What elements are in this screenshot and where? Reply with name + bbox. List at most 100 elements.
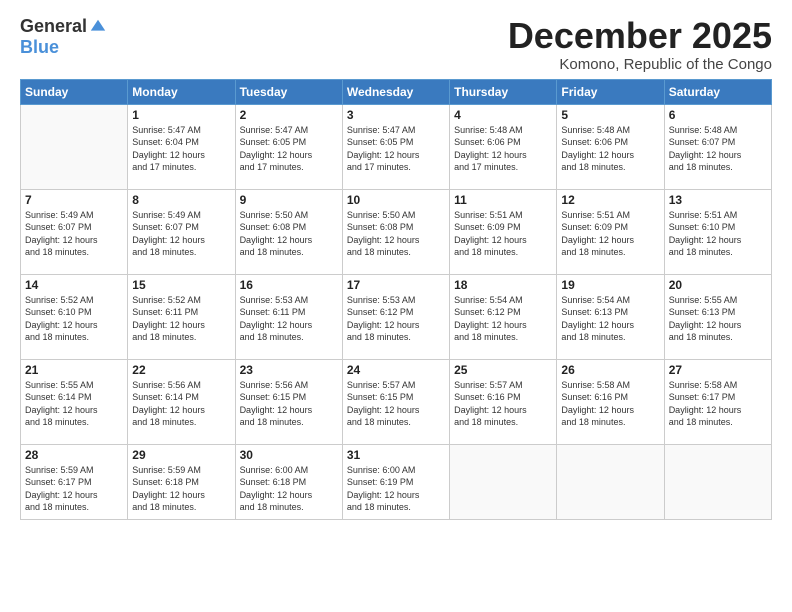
location-subtitle: Komono, Republic of the Congo (508, 56, 772, 73)
cell-info: Sunrise: 5:54 AM Sunset: 6:12 PM Dayligh… (454, 294, 552, 344)
calendar-cell: 5 Sunrise: 5:48 AM Sunset: 6:06 PM Daylig… (557, 104, 664, 189)
calendar-cell: 7 Sunrise: 5:49 AM Sunset: 6:07 PM Daylig… (21, 189, 128, 274)
weekday-header-row: SundayMondayTuesdayWednesdayThursdayFrid… (21, 79, 772, 104)
cell-info: Sunrise: 5:49 AM Sunset: 6:07 PM Dayligh… (132, 209, 230, 259)
weekday-header-saturday: Saturday (664, 79, 771, 104)
calendar-cell: 17Sunrise: 5:53 AM Sunset: 6:12 PM Dayli… (342, 274, 449, 359)
cell-info: Sunrise: 5:51 AM Sunset: 6:09 PM Dayligh… (561, 209, 659, 259)
day-number: 19 (561, 278, 659, 292)
day-number: 4 (454, 108, 552, 122)
week-row-3: 14Sunrise: 5:52 AM Sunset: 6:10 PM Dayli… (21, 274, 772, 359)
page: General Blue December 2025 Komono, Repub… (0, 0, 792, 612)
calendar-cell: 16 Sunrise: 5:53 AM Sunset: 6:11 PM Dayli… (235, 274, 342, 359)
cell-info: Sunrise: 5:47 AM Sunset: 6:04 PM Dayligh… (132, 124, 230, 174)
calendar-cell: 9 Sunrise: 5:50 AM Sunset: 6:08 PM Daylig… (235, 189, 342, 274)
day-number: 21 (25, 363, 123, 377)
calendar-cell: 30 Sunrise: 6:00 AM Sunset: 6:18 PM Dayli… (235, 444, 342, 519)
weekday-header-wednesday: Wednesday (342, 79, 449, 104)
calendar-table: SundayMondayTuesdayWednesdayThursdayFrid… (20, 79, 772, 520)
calendar-cell: 23 Sunrise: 5:56 AM Sunset: 6:15 PM Dayli… (235, 359, 342, 444)
calendar-cell: 28Sunrise: 5:59 AM Sunset: 6:17 PM Dayli… (21, 444, 128, 519)
calendar-cell: 29 Sunrise: 5:59 AM Sunset: 6:18 PM Dayli… (128, 444, 235, 519)
day-number: 22 (132, 363, 230, 377)
cell-info: Sunrise: 5:58 AM Sunset: 6:17 PM Dayligh… (669, 379, 767, 429)
calendar-cell: 21 Sunrise: 5:55 AM Sunset: 6:14 PM Dayli… (21, 359, 128, 444)
cell-info: Sunrise: 5:48 AM Sunset: 6:06 PM Dayligh… (561, 124, 659, 174)
calendar-cell: 12 Sunrise: 5:51 AM Sunset: 6:09 PM Dayli… (557, 189, 664, 274)
day-number: 5 (561, 108, 659, 122)
day-number: 13 (669, 193, 767, 207)
cell-info: Sunrise: 5:51 AM Sunset: 6:09 PM Dayligh… (454, 209, 552, 259)
cell-info: Sunrise: 5:49 AM Sunset: 6:07 PM Dayligh… (25, 209, 123, 259)
calendar-cell: 26 Sunrise: 5:58 AM Sunset: 6:16 PM Dayli… (557, 359, 664, 444)
cell-info: Sunrise: 5:51 AM Sunset: 6:10 PM Dayligh… (669, 209, 767, 259)
day-number: 6 (669, 108, 767, 122)
weekday-header-friday: Friday (557, 79, 664, 104)
cell-info: Sunrise: 5:47 AM Sunset: 6:05 PM Dayligh… (240, 124, 338, 174)
calendar-cell: 2Sunrise: 5:47 AM Sunset: 6:05 PM Daylig… (235, 104, 342, 189)
day-number: 16 (240, 278, 338, 292)
calendar-cell (557, 444, 664, 519)
calendar-cell: 31Sunrise: 6:00 AM Sunset: 6:19 PM Dayli… (342, 444, 449, 519)
cell-info: Sunrise: 5:56 AM Sunset: 6:14 PM Dayligh… (132, 379, 230, 429)
logo-icon (89, 18, 107, 36)
cell-info: Sunrise: 5:54 AM Sunset: 6:13 PM Dayligh… (561, 294, 659, 344)
cell-info: Sunrise: 5:50 AM Sunset: 6:08 PM Dayligh… (347, 209, 445, 259)
month-title: December 2025 (508, 16, 772, 56)
calendar-cell: 18 Sunrise: 5:54 AM Sunset: 6:12 PM Dayli… (450, 274, 557, 359)
week-row-1: 1 Sunrise: 5:47 AM Sunset: 6:04 PM Daylig… (21, 104, 772, 189)
calendar-cell: 11Sunrise: 5:51 AM Sunset: 6:09 PM Dayli… (450, 189, 557, 274)
calendar-cell (450, 444, 557, 519)
week-row-2: 7 Sunrise: 5:49 AM Sunset: 6:07 PM Daylig… (21, 189, 772, 274)
day-number: 26 (561, 363, 659, 377)
calendar-cell: 25Sunrise: 5:57 AM Sunset: 6:16 PM Dayli… (450, 359, 557, 444)
day-number: 17 (347, 278, 445, 292)
calendar-cell: 3 Sunrise: 5:47 AM Sunset: 6:05 PM Daylig… (342, 104, 449, 189)
cell-info: Sunrise: 6:00 AM Sunset: 6:18 PM Dayligh… (240, 464, 338, 514)
day-number: 23 (240, 363, 338, 377)
calendar-cell: 20 Sunrise: 5:55 AM Sunset: 6:13 PM Dayli… (664, 274, 771, 359)
calendar-cell: 6 Sunrise: 5:48 AM Sunset: 6:07 PM Daylig… (664, 104, 771, 189)
day-number: 10 (347, 193, 445, 207)
day-number: 24 (347, 363, 445, 377)
calendar-cell: 15Sunrise: 5:52 AM Sunset: 6:11 PM Dayli… (128, 274, 235, 359)
cell-info: Sunrise: 5:56 AM Sunset: 6:15 PM Dayligh… (240, 379, 338, 429)
cell-info: Sunrise: 5:48 AM Sunset: 6:07 PM Dayligh… (669, 124, 767, 174)
cell-info: Sunrise: 5:48 AM Sunset: 6:06 PM Dayligh… (454, 124, 552, 174)
cell-info: Sunrise: 5:55 AM Sunset: 6:13 PM Dayligh… (669, 294, 767, 344)
day-number: 1 (132, 108, 230, 122)
day-number: 3 (347, 108, 445, 122)
cell-info: Sunrise: 5:58 AM Sunset: 6:16 PM Dayligh… (561, 379, 659, 429)
logo-blue-text: Blue (20, 37, 59, 58)
day-number: 28 (25, 448, 123, 462)
cell-info: Sunrise: 5:53 AM Sunset: 6:11 PM Dayligh… (240, 294, 338, 344)
calendar-cell: 14Sunrise: 5:52 AM Sunset: 6:10 PM Dayli… (21, 274, 128, 359)
calendar-cell (21, 104, 128, 189)
calendar-cell: 19 Sunrise: 5:54 AM Sunset: 6:13 PM Dayli… (557, 274, 664, 359)
cell-info: Sunrise: 5:57 AM Sunset: 6:16 PM Dayligh… (454, 379, 552, 429)
day-number: 12 (561, 193, 659, 207)
day-number: 18 (454, 278, 552, 292)
cell-info: Sunrise: 5:55 AM Sunset: 6:14 PM Dayligh… (25, 379, 123, 429)
day-number: 31 (347, 448, 445, 462)
calendar-cell: 4 Sunrise: 5:48 AM Sunset: 6:06 PM Daylig… (450, 104, 557, 189)
week-row-4: 21 Sunrise: 5:55 AM Sunset: 6:14 PM Dayli… (21, 359, 772, 444)
cell-info: Sunrise: 5:59 AM Sunset: 6:18 PM Dayligh… (132, 464, 230, 514)
cell-info: Sunrise: 5:47 AM Sunset: 6:05 PM Dayligh… (347, 124, 445, 174)
calendar-cell: 13 Sunrise: 5:51 AM Sunset: 6:10 PM Dayli… (664, 189, 771, 274)
cell-info: Sunrise: 5:50 AM Sunset: 6:08 PM Dayligh… (240, 209, 338, 259)
weekday-header-thursday: Thursday (450, 79, 557, 104)
day-number: 9 (240, 193, 338, 207)
week-row-5: 28Sunrise: 5:59 AM Sunset: 6:17 PM Dayli… (21, 444, 772, 519)
day-number: 20 (669, 278, 767, 292)
day-number: 14 (25, 278, 123, 292)
logo: General Blue (20, 16, 107, 58)
day-number: 29 (132, 448, 230, 462)
day-number: 8 (132, 193, 230, 207)
cell-info: Sunrise: 5:52 AM Sunset: 6:11 PM Dayligh… (132, 294, 230, 344)
calendar-cell: 10 Sunrise: 5:50 AM Sunset: 6:08 PM Dayli… (342, 189, 449, 274)
day-number: 30 (240, 448, 338, 462)
calendar-cell: 27Sunrise: 5:58 AM Sunset: 6:17 PM Dayli… (664, 359, 771, 444)
title-block: December 2025 Komono, Republic of the Co… (508, 16, 772, 73)
day-number: 7 (25, 193, 123, 207)
